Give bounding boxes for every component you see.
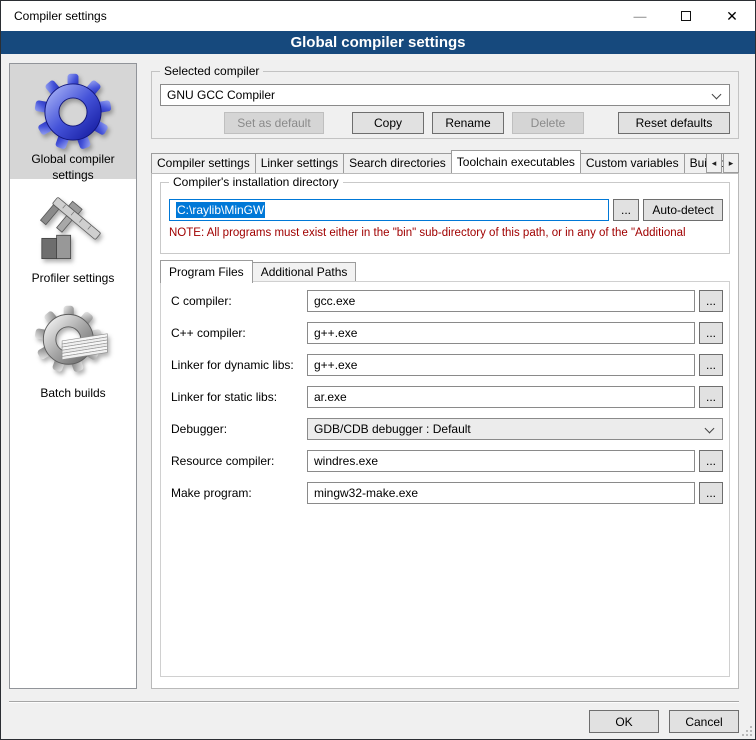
copy-button[interactable]: Copy [352,112,424,134]
form-row-c-compiler: C compiler: gcc.exe ... [171,290,723,312]
browse-button[interactable]: ... [699,290,723,312]
debugger-select-value: GDB/CDB debugger : Default [314,422,471,436]
tab-additional-paths[interactable]: Additional Paths [252,262,357,282]
gray-gear-stack-icon [32,303,114,385]
tab-search-directories[interactable]: Search directories [343,153,452,173]
window-controls: — ✕ [617,1,755,31]
tab-linker-settings[interactable]: Linker settings [255,153,344,173]
browse-button[interactable]: ... [699,482,723,504]
settings-category-sidebar: Global compiler settings Profiler settin… [9,63,137,689]
close-button[interactable]: ✕ [709,1,755,31]
installation-directory-group: Compiler's installation directory C:\ray… [160,182,730,254]
browse-button[interactable]: ... [699,322,723,344]
tab-scroll-buttons: ◂ ▸ [706,153,740,173]
selected-text: C:\raylib\MinGW [176,202,265,218]
compiler-button-row: Set as default Copy Rename Delete Reset … [224,112,730,134]
blue-gear-icon [32,73,114,151]
field-label: Linker for dynamic libs: [171,358,307,372]
resource-compiler-input[interactable]: windres.exe [307,450,695,472]
compiler-select[interactable]: GNU GCC Compiler [160,84,730,106]
window-title: Compiler settings [1,9,107,23]
rename-button[interactable]: Rename [432,112,504,134]
toolchain-executables-page: Compiler's installation directory C:\ray… [151,173,739,689]
resize-grip[interactable] [742,726,752,736]
chevron-down-icon [712,90,722,100]
compiler-settings-dialog: { "window": { "title": "Compiler setting… [0,0,756,740]
field-label: C++ compiler: [171,326,307,340]
linker-dynamic-input[interactable]: g++.exe [307,354,695,376]
tab-toolchain-executables[interactable]: Toolchain executables [451,150,581,173]
field-label: Resource compiler: [171,454,307,468]
sidebar-item-profiler-settings[interactable]: Profiler settings [10,179,136,294]
note-text: NOTE: All programs must exist either in … [169,227,728,239]
maximize-button[interactable] [663,1,709,31]
installation-directory-group-label: Compiler's installation directory [169,175,343,189]
tab-program-files[interactable]: Program Files [160,260,253,283]
footer-separator [9,701,739,703]
debugger-select[interactable]: GDB/CDB debugger : Default [307,418,723,440]
chevron-down-icon [705,424,715,434]
cpp-compiler-input[interactable]: g++.exe [307,322,695,344]
reset-defaults-button[interactable]: Reset defaults [618,112,730,134]
form-row-linker-dynamic: Linker for dynamic libs: g++.exe ... [171,354,723,376]
sidebar-item-label: Global compiler settings [13,152,133,183]
sidebar-item-label: Profiler settings [13,271,133,287]
form-row-linker-static: Linker for static libs: ar.exe ... [171,386,723,408]
sidebar-item-global-compiler-settings[interactable]: Global compiler settings [10,64,136,179]
title-bar: Compiler settings — ✕ [1,1,755,31]
linker-static-input[interactable]: ar.exe [307,386,695,408]
delete-button: Delete [512,112,584,134]
program-files-page: C compiler: gcc.exe ... C++ compiler: g+… [160,281,730,677]
compiler-select-value: GNU GCC Compiler [167,88,275,102]
installation-directory-input[interactable]: C:\raylib\MinGW [169,199,609,221]
make-program-input[interactable]: mingw32-make.exe [307,482,695,504]
field-label: Debugger: [171,422,307,436]
c-compiler-input[interactable]: gcc.exe [307,290,695,312]
form-row-resource-compiler: Resource compiler: windres.exe ... [171,450,723,472]
form-row-cpp-compiler: C++ compiler: g++.exe ... [171,322,723,344]
ok-button[interactable]: OK [589,710,659,733]
field-label: C compiler: [171,294,307,308]
cancel-button[interactable]: Cancel [669,710,739,733]
tab-compiler-settings[interactable]: Compiler settings [151,153,256,173]
sidebar-item-label: Batch builds [13,386,133,402]
browse-button[interactable]: ... [699,386,723,408]
field-label: Linker for static libs: [171,390,307,404]
settings-tab-strip: Compiler settings Linker settings Search… [151,149,739,173]
minimize-icon: — [617,1,663,31]
page-title: Global compiler settings [1,31,755,54]
tab-scroll-left-icon[interactable]: ◂ [706,153,722,173]
tab-scroll-right-icon[interactable]: ▸ [723,153,739,173]
sidebar-item-batch-builds[interactable]: Batch builds [10,294,136,409]
tab-custom-variables[interactable]: Custom variables [580,153,685,173]
toolchain-sub-tabs: Program Files Additional Paths [160,259,355,282]
browse-directory-button[interactable]: ... [613,199,639,221]
form-row-debugger: Debugger: GDB/CDB debugger : Default [171,418,723,440]
field-label: Make program: [171,486,307,500]
selected-compiler-group-label: Selected compiler [160,64,263,78]
browse-button[interactable]: ... [699,354,723,376]
caliper-icon [32,188,114,270]
selected-compiler-group: Selected compiler GNU GCC Compiler Set a… [151,71,739,139]
browse-button[interactable]: ... [699,450,723,472]
form-row-make-program: Make program: mingw32-make.exe ... [171,482,723,504]
set-as-default-button: Set as default [224,112,324,134]
maximize-icon [681,11,691,21]
auto-detect-button[interactable]: Auto-detect [643,199,723,221]
